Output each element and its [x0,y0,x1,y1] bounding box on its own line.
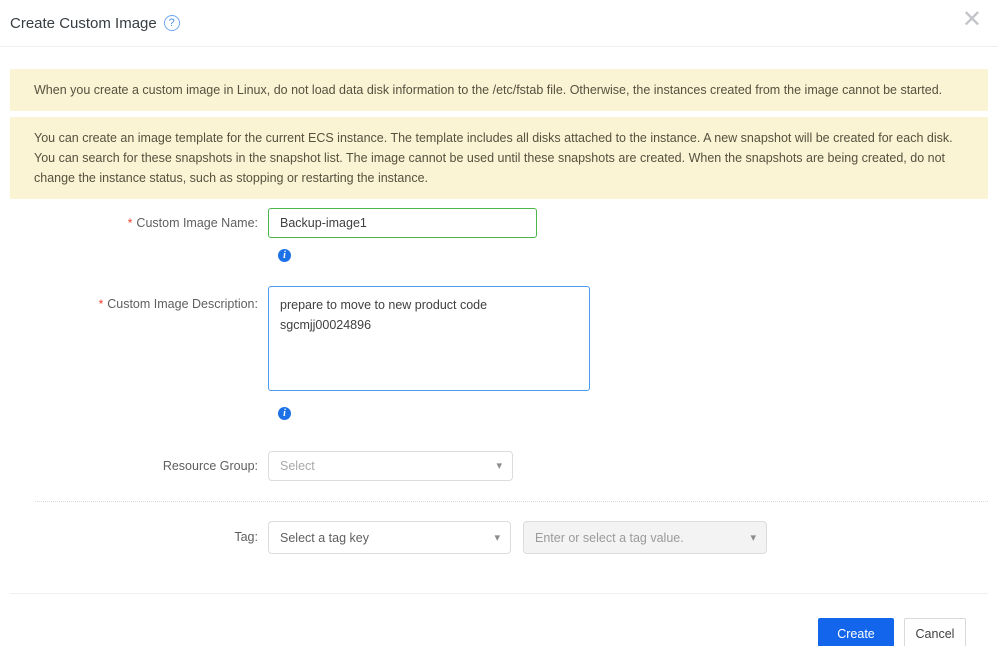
resource-group-placeholder: Select [280,459,315,473]
required-asterisk: * [99,297,104,311]
tag-value-placeholder: Enter or select a tag value. [535,531,684,545]
resource-group-row: Resource Group: Select ▾ [10,451,988,481]
create-button[interactable]: Create [818,618,894,646]
chevron-down-icon: ▾ [750,530,756,543]
tag-key-select[interactable]: Select a tag key ▾ [268,521,511,554]
custom-image-description-textarea[interactable]: prepare to move to new product code sgcm… [268,286,590,391]
tag-key-placeholder: Select a tag key [280,531,369,545]
tag-value-select[interactable]: Enter or select a tag value. ▾ [523,521,767,554]
help-icon[interactable]: ? [164,15,180,31]
create-image-form: *Custom Image Name: i *Custom Image Desc… [10,208,988,554]
chevron-down-icon: ▾ [494,530,500,543]
notice-image-template-info: You can create an image template for the… [10,117,988,199]
dialog-title: Create Custom Image [10,15,157,32]
custom-image-description-label: *Custom Image Description: [10,286,258,396]
custom-image-name-control [268,208,537,238]
tag-label: Tag: [10,521,258,554]
resource-group-control: Select ▾ [268,451,513,481]
info-icon[interactable]: i [278,249,291,262]
tag-controls: Select a tag key ▾ Enter or select a tag… [268,521,767,554]
custom-image-name-input[interactable] [268,208,537,238]
close-icon[interactable]: ✕ [962,8,982,32]
chevron-down-icon: ▾ [496,459,502,472]
required-asterisk: * [128,216,133,230]
description-info-hint: i [278,403,988,421]
custom-image-name-label: *Custom Image Name: [10,208,258,238]
tag-row: Tag: Select a tag key ▾ Enter or select … [10,521,988,554]
notice-fstab-warning: When you create a custom image in Linux,… [10,69,988,111]
create-custom-image-dialog: Create Custom Image ? ✕ When you create … [0,0,998,646]
custom-image-description-row: *Custom Image Description: prepare to mo… [10,286,988,396]
dashed-divider [35,501,988,502]
custom-image-name-row: *Custom Image Name: [10,208,988,238]
resource-group-label: Resource Group: [10,451,258,481]
info-icon[interactable]: i [278,407,291,420]
name-info-hint: i [278,245,988,263]
dialog-header: Create Custom Image ? [0,0,998,47]
resource-group-select[interactable]: Select ▾ [268,451,513,481]
cancel-button[interactable]: Cancel [904,618,966,646]
dialog-body: When you create a custom image in Linux,… [0,69,998,646]
dialog-footer: Create Cancel [10,594,988,646]
custom-image-description-control: prepare to move to new product code sgcm… [268,286,590,396]
custom-image-name-label-text: Custom Image Name: [136,216,258,230]
custom-image-description-label-text: Custom Image Description: [107,297,258,311]
